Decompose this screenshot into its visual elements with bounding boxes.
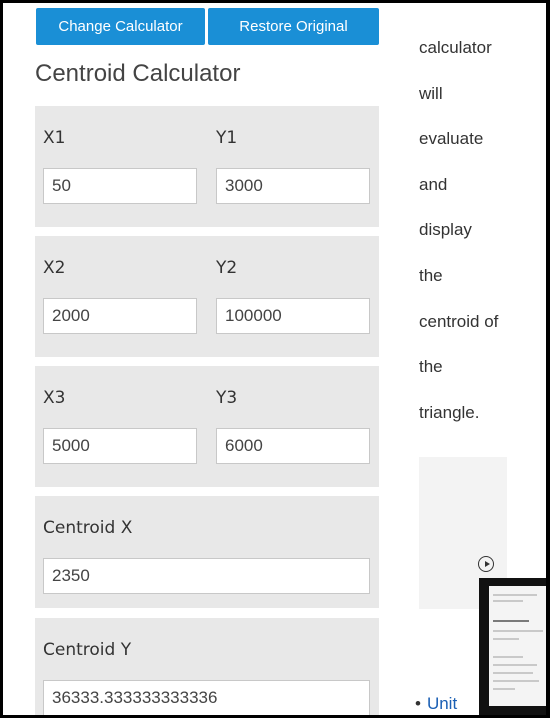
x2-input[interactable] xyxy=(43,298,197,334)
video-thumbnail[interactable] xyxy=(479,578,546,715)
x1-label: X1 xyxy=(43,128,66,148)
x3-input[interactable] xyxy=(43,428,197,464)
description-line: will xyxy=(419,83,443,103)
x1-input[interactable] xyxy=(43,168,197,204)
y1-label: Y1 xyxy=(216,128,238,148)
description-line: the xyxy=(419,265,443,285)
x3-label: X3 xyxy=(43,388,66,408)
x2-label: X2 xyxy=(43,258,66,278)
change-calculator-button[interactable]: Change Calculator xyxy=(36,8,205,45)
video-line xyxy=(493,594,537,596)
description-line: triangle. xyxy=(419,402,480,422)
y2-input[interactable] xyxy=(216,298,370,334)
bullet-icon: • xyxy=(415,694,421,713)
y3-input[interactable] xyxy=(216,428,370,464)
video-line xyxy=(493,680,539,682)
unit-link[interactable]: Unit xyxy=(427,694,457,713)
description-line: centroid of xyxy=(419,311,499,331)
y1-input[interactable] xyxy=(216,168,370,204)
description-line: and xyxy=(419,174,448,194)
restore-original-button[interactable]: Restore Original xyxy=(208,8,379,45)
point-3-panel: X3 Y3 xyxy=(35,366,379,487)
related-link-item: • Unit xyxy=(415,694,457,714)
point-2-panel: X2 Y2 xyxy=(35,236,379,357)
centroid-x-output[interactable] xyxy=(43,558,370,594)
page-title: Centroid Calculator xyxy=(35,60,241,87)
description-line: calculator xyxy=(419,38,492,57)
video-line xyxy=(493,664,537,666)
centroid-y-label: Centroid Y xyxy=(43,640,132,660)
description-line: evaluate xyxy=(419,129,484,149)
video-line xyxy=(493,630,543,632)
video-line xyxy=(493,600,523,602)
video-line xyxy=(493,656,523,658)
point-1-panel: X1 Y1 xyxy=(35,106,379,227)
centroid-y-output[interactable] xyxy=(43,680,370,715)
description-text: calculator will evaluate and display the… xyxy=(419,25,539,435)
play-circle-icon[interactable] xyxy=(478,556,494,572)
y2-label: Y2 xyxy=(216,258,238,278)
video-line xyxy=(493,638,519,640)
video-screen xyxy=(489,586,546,706)
description-line: display xyxy=(419,220,472,240)
centroid-y-panel: Centroid Y xyxy=(35,618,379,715)
centroid-x-panel: Centroid X xyxy=(35,496,379,608)
description-line: the xyxy=(419,357,443,377)
video-line xyxy=(493,672,533,674)
page-frame: Change Calculator Restore Original Centr… xyxy=(3,3,546,715)
video-line xyxy=(493,620,529,622)
centroid-x-label: Centroid X xyxy=(43,518,133,538)
video-line xyxy=(493,688,515,690)
y3-label: Y3 xyxy=(216,388,238,408)
